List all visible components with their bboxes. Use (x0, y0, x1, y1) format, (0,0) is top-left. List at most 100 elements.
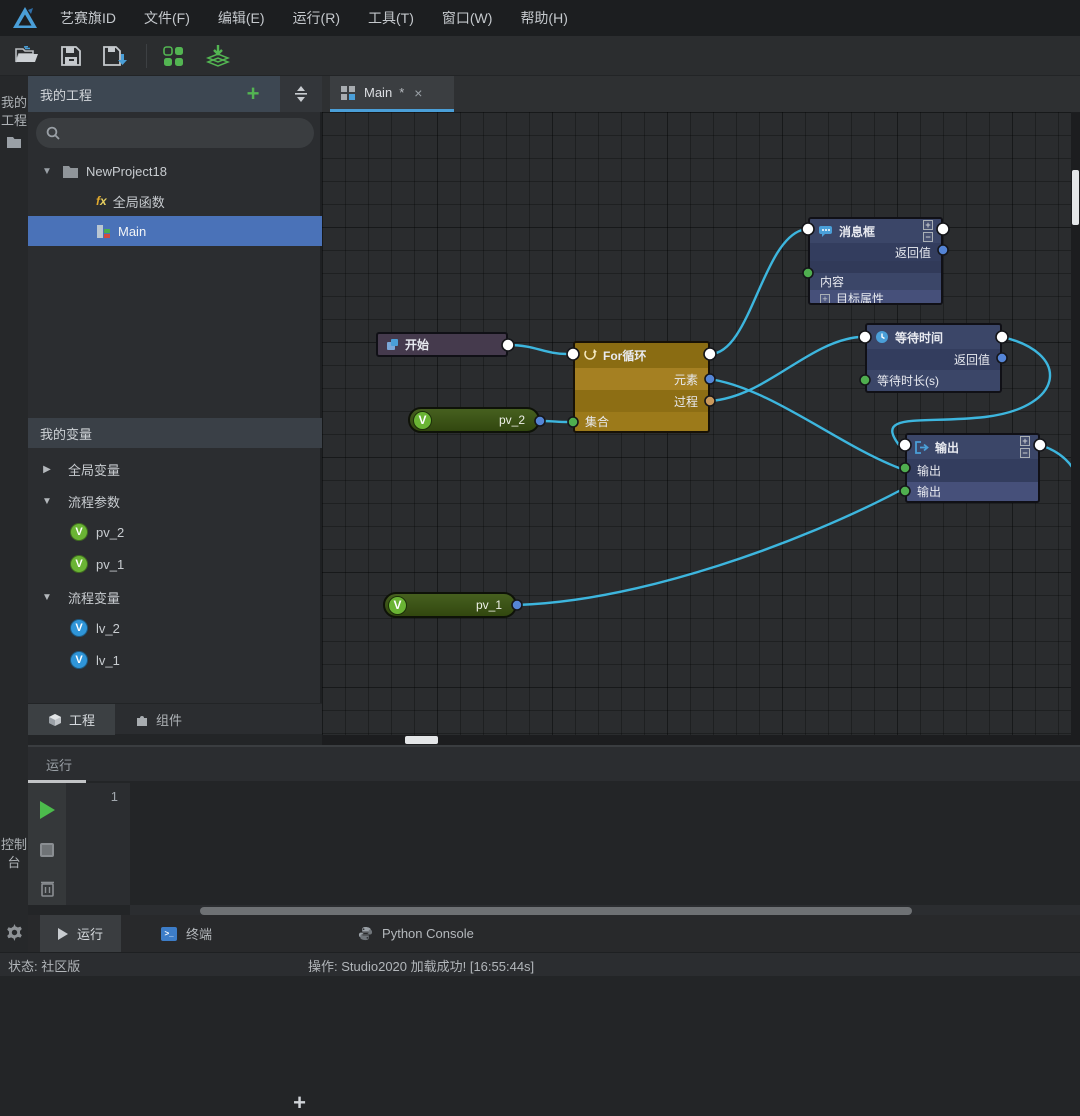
clear-console-icon[interactable] (40, 879, 55, 897)
node-output[interactable]: 输出 + − 输出 输出 (905, 433, 1040, 503)
variable-group-label: 流程变量 (68, 588, 120, 607)
tab-label: 组件 (156, 710, 182, 729)
variable-item-lv-2[interactable]: V lv_2 (28, 613, 322, 643)
save-as-button[interactable] (100, 42, 130, 70)
stop-button[interactable] (40, 843, 54, 857)
menu-item-run[interactable]: 运行(R) (293, 8, 340, 28)
add-local-variable-button[interactable]: + (293, 1090, 306, 1116)
variable-label: pv_1 (96, 557, 124, 572)
flow-canvas[interactable]: 开始 For循环 元素 过程 集合 (322, 112, 1080, 735)
collapse-all-button[interactable] (280, 76, 322, 112)
node-expand-controls[interactable]: + − (923, 220, 933, 242)
loop-icon (583, 349, 597, 362)
menu-item-file[interactable]: 文件(F) (144, 8, 190, 28)
close-tab-icon[interactable]: × (414, 85, 422, 101)
variable-pill-pv-2[interactable]: V pv_2 (408, 407, 540, 433)
tree-node-main-flow[interactable]: Main (28, 216, 322, 246)
node-port-label: 输出 (917, 462, 941, 479)
variable-icon: V (70, 523, 88, 541)
toolbar-separator (146, 44, 147, 68)
variable-icon: V (413, 411, 432, 430)
node-message-box[interactable]: 消息框 + − 返回值 内容 + 目标属性 (808, 217, 943, 305)
collapse-all-icon (293, 86, 309, 102)
variable-item-pv-1[interactable]: V pv_1 (28, 549, 322, 579)
wire-process-to-waittime (710, 337, 859, 401)
expand-icon[interactable]: + (1020, 436, 1030, 446)
variable-item-pv-2[interactable]: V pv_2 (28, 517, 322, 547)
side-strip: 我的工程 控制台 (0, 76, 28, 952)
open-project-button[interactable] (12, 42, 42, 70)
node-for-loop[interactable]: For循环 元素 过程 集合 (573, 341, 710, 433)
gear-icon[interactable] (6, 924, 23, 941)
scrollbar-thumb[interactable] (1072, 170, 1079, 225)
global-functions-icon: fx (96, 194, 107, 208)
save-icon (60, 45, 82, 67)
node-port-label: 输出 (917, 483, 941, 500)
project-tree: ▼ NewProject18 fx 全局函数 Main (28, 156, 322, 246)
variable-group-params[interactable]: ▼ 流程参数 + (28, 486, 322, 516)
menu-bar: 艺赛旗ID 文件(F) 编辑(E) 运行(R) 工具(T) 窗口(W) 帮助(H… (0, 0, 1080, 36)
output-icon (915, 441, 929, 454)
variable-icon: V (70, 651, 88, 669)
menu-item-window[interactable]: 窗口(W) (442, 8, 493, 28)
project-search-input[interactable] (68, 126, 288, 141)
menu-item-yisaiqi-id[interactable]: 艺赛旗ID (60, 8, 116, 28)
add-flow-button[interactable]: + (240, 81, 266, 107)
node-port-label: 目标属性 (836, 290, 884, 305)
node-port-label: 集合 (585, 413, 609, 430)
collapse-icon[interactable]: − (1020, 448, 1030, 458)
project-search (36, 118, 314, 148)
node-expand-controls[interactable]: + − (1020, 436, 1030, 458)
tab-run[interactable]: 运行 (40, 915, 121, 952)
save-button[interactable] (56, 42, 86, 70)
console-output-area[interactable] (130, 783, 1080, 905)
variable-pill-label: pv_1 (476, 598, 502, 612)
wire-forloop-to-messagebox (710, 230, 802, 354)
menu-item-tools[interactable]: 工具(T) (368, 8, 414, 28)
node-port-label: 返回值 (895, 244, 931, 261)
folder-icon (6, 136, 22, 149)
console-line-number: 1 (66, 783, 130, 905)
bottom-tab-bar: 运行 >_ 终端 Python Console (28, 915, 1080, 952)
app-logo-icon (12, 6, 38, 30)
chevron-down-icon[interactable]: ▼ (40, 496, 54, 507)
tab-terminal[interactable]: >_ 终端 (143, 915, 230, 952)
tab-label: 运行 (77, 924, 103, 943)
project-panel-title: 我的工程 (28, 85, 92, 104)
tree-node-project-root[interactable]: ▼ NewProject18 (28, 156, 322, 186)
variable-group-global[interactable]: ▶ 全局变量 + (28, 454, 322, 484)
tab-components[interactable]: 组件 (115, 704, 202, 735)
variable-group-locals[interactable]: ▼ 流程变量 + (28, 582, 322, 612)
chevron-down-icon[interactable]: ▼ (40, 166, 54, 177)
variable-pill-pv-1[interactable]: V pv_1 (383, 592, 517, 618)
node-start[interactable]: 开始 (376, 332, 508, 357)
variable-icon: V (388, 596, 407, 615)
chevron-down-icon[interactable]: ▼ (40, 592, 54, 603)
expand-properties-icon[interactable]: + (820, 294, 830, 304)
expand-icon[interactable]: + (923, 220, 933, 230)
scrollbar-thumb[interactable] (405, 736, 438, 744)
menu-item-help[interactable]: 帮助(H) (520, 8, 567, 28)
node-title: 等待时间 (895, 329, 943, 346)
editor-tab-main[interactable]: Main * × (330, 76, 454, 112)
component-market-button[interactable] (159, 42, 189, 70)
tab-project[interactable]: 工程 (28, 704, 115, 735)
tab-label: Python Console (382, 926, 474, 941)
side-strip-console-handle[interactable]: 控制台 (0, 836, 28, 872)
publish-button[interactable] (203, 42, 233, 70)
run-button[interactable] (40, 801, 55, 819)
console-tab-run[interactable]: 运行 (46, 755, 72, 774)
tree-node-global-functions[interactable]: fx 全局函数 (28, 186, 322, 216)
menu-item-edit[interactable]: 编辑(E) (218, 8, 265, 28)
variable-item-lv-1[interactable]: V lv_1 (28, 645, 322, 675)
chevron-right-icon[interactable]: ▶ (40, 464, 54, 475)
side-strip-project-handle[interactable]: 我的工程 (0, 94, 28, 149)
canvas-vertical-scrollbar[interactable] (1071, 112, 1080, 735)
collapse-icon[interactable]: − (923, 232, 933, 242)
tab-python-console[interactable]: Python Console (340, 915, 492, 952)
canvas-horizontal-scrollbar[interactable] (322, 735, 1080, 745)
scrollbar-thumb[interactable] (200, 907, 912, 915)
node-wait-time[interactable]: 等待时间 返回值 等待时长(s) (865, 323, 1002, 393)
flow-editor: Main * × 开始 For循环 (322, 76, 1080, 745)
components-icon (162, 45, 186, 67)
